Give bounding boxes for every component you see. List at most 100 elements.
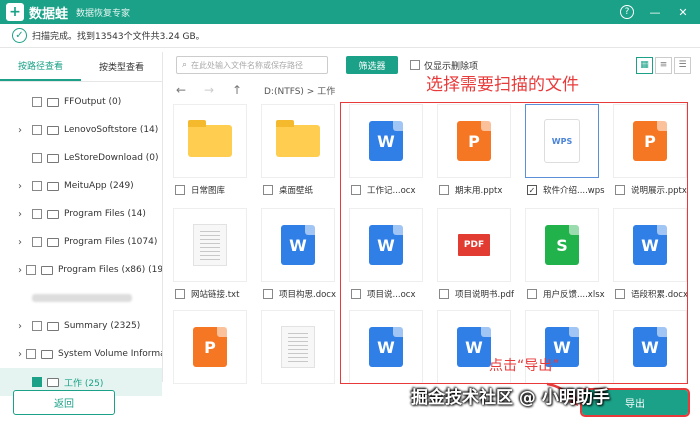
tree-item-label: FFOutput (0) [64,97,122,107]
file-checkbox[interactable] [263,185,273,195]
folder-icon [276,120,320,157]
tree-checkbox[interactable] [32,321,42,331]
file-checkbox[interactable] [263,289,273,299]
folder-icon [47,153,59,163]
file-name: 日常图库 [191,186,226,196]
app-logo: + 数据蛙 数据恢复专家 [6,3,130,22]
tree-item[interactable] [0,284,162,312]
folder-icon [47,377,59,387]
current-path: D:(NTFS) > 工作 [264,86,336,97]
logo-icon: + [6,3,24,21]
tree-checkbox[interactable] [32,377,42,387]
search-icon: ⌕ [182,60,188,70]
tree-checkbox[interactable] [32,125,42,135]
tree-item-label: Program Files (x86) (1976 [58,265,162,275]
tree-item[interactable]: › Program Files (1074) [0,228,162,256]
app-name: 数据蛙 [29,6,69,22]
tree-item[interactable]: LeStoreDownload (0) [0,144,162,172]
scan-status-bar: ✓ 扫描完成。找到13543个文件共3.24 GB。 [0,24,700,48]
file-label-row: 项目构思.docx [261,288,337,300]
file-thumbnail[interactable] [261,310,335,384]
folder-icon [47,321,59,331]
text-file-icon [193,224,227,266]
tree-checkbox[interactable] [32,181,42,191]
tree-item-label: Program Files (14) [64,209,146,219]
tree-checkbox[interactable] [26,349,36,359]
minimize-icon[interactable]: — [648,5,662,19]
tree-item-label: MeituApp (249) [64,181,134,191]
tab-by-type[interactable]: 按类型查看 [81,52,162,81]
file-tile[interactable]: 日常图库 [173,104,249,196]
annotation-click-export: 点击“导出” [489,358,560,374]
tree-checkbox[interactable] [26,265,36,275]
file-checkbox[interactable] [175,289,185,299]
tree-item-label: Summary (2325) [64,321,141,331]
close-icon[interactable]: ✕ [676,5,690,19]
file-tile[interactable]: 桌面壁纸 [261,104,337,196]
annotation-highlight-box [340,102,688,384]
filter-button[interactable]: 筛选器 [346,56,398,74]
tree-checkbox[interactable] [32,209,42,219]
tree-checkbox[interactable] [32,97,42,107]
up-arrow-icon[interactable]: ↑ [232,83,260,97]
folder-icon [47,237,59,247]
forward-arrow-icon[interactable]: → [204,83,232,97]
tree-item[interactable]: › Program Files (14) [0,200,162,228]
file-checkbox[interactable] [175,185,185,195]
file-thumbnail[interactable]: P [173,310,247,384]
search-placeholder: 在此处输入文件名称或保存路径 [191,60,304,70]
ppt-file-icon: P [193,327,227,367]
file-label-row: 桌面壁纸 [261,184,337,196]
back-arrow-icon[interactable]: ← [176,83,204,97]
tree-item-label: LeStoreDownload (0) [64,153,159,163]
tree-item[interactable]: › Program Files (x86) (1976 [0,256,162,284]
file-thumbnail[interactable]: W [261,208,335,282]
expand-arrow-icon[interactable]: › [18,265,22,276]
file-name: 网站链接.txt [191,290,240,300]
view-mode-switch: ▦ ≡ ☰ [634,56,691,74]
expand-arrow-icon[interactable]: › [18,209,28,220]
file-tile[interactable]: W 项目构思.docx [261,208,337,300]
word-file-icon: W [281,225,315,265]
search-input[interactable]: ⌕ 在此处输入文件名称或保存路径 [176,56,328,74]
expand-arrow-icon[interactable]: › [18,237,28,248]
file-thumbnail[interactable] [173,208,247,282]
grid-view-icon[interactable]: ▦ [636,56,653,74]
tree-item[interactable]: FFOutput (0) [0,88,162,116]
tree-item[interactable]: › Summary (2325) [0,312,162,340]
expand-arrow-icon[interactable]: › [18,321,28,332]
file-name: 项目构思.docx [279,290,337,300]
file-tile[interactable]: 网站链接.txt [173,208,249,300]
view-tabs: 按路径查看 按类型查看 [0,52,162,82]
folder-icon [41,349,53,359]
annotation-select-files: 选择需要扫描的文件 [426,75,579,95]
tab-by-path[interactable]: 按路径查看 [0,52,81,81]
folder-tree: FFOutput (0) › LenovoSoftstore (14) LeStore… [0,82,162,396]
tree-item-label: LenovoSoftstore (14) [64,125,159,135]
tree-checkbox[interactable] [32,153,42,163]
file-label-row: 日常图库 [173,184,249,196]
detail-view-icon[interactable]: ☰ [674,56,691,74]
folder-icon [41,265,53,275]
file-tile[interactable]: P [173,310,249,384]
expand-arrow-icon[interactable]: › [18,125,28,136]
title-bar: + 数据蛙 数据恢复专家 ? — ✕ [0,0,700,24]
back-button[interactable]: 返回 [13,390,115,415]
help-icon[interactable]: ? [620,5,634,19]
file-tile[interactable] [261,310,337,384]
file-thumbnail[interactable] [173,104,247,178]
folder-icon [188,120,232,157]
text-file-icon [281,326,315,368]
expand-arrow-icon[interactable]: › [18,181,28,192]
expand-arrow-icon[interactable]: › [18,349,22,360]
tree-item[interactable]: › System Volume Informati [0,340,162,368]
tree-item[interactable]: › LenovoSoftstore (14) [0,116,162,144]
only-deleted-checkbox[interactable] [410,60,420,70]
file-name: 桌面壁纸 [279,186,314,196]
tree-item[interactable]: › MeituApp (249) [0,172,162,200]
watermark: 掘金技术社区 @ 小明助手 [411,388,610,408]
file-thumbnail[interactable] [261,104,335,178]
list-view-icon[interactable]: ≡ [655,56,672,74]
app-subtitle: 数据恢复专家 [76,8,131,19]
tree-checkbox[interactable] [32,237,42,247]
